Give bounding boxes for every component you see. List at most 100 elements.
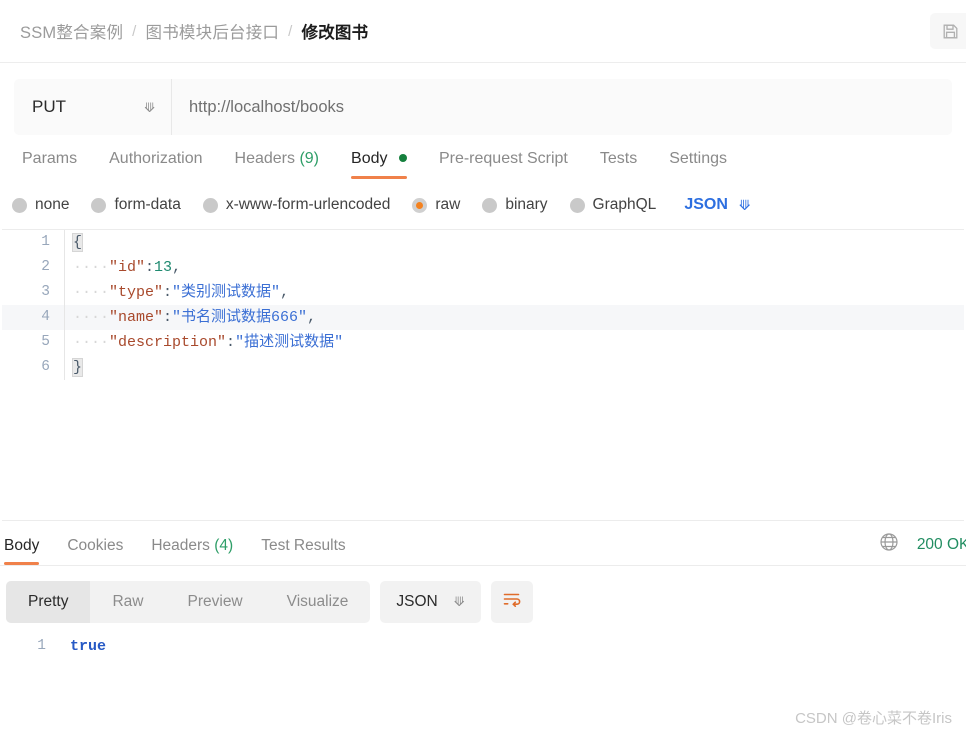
token-string: "类别测试数据" [172, 284, 281, 301]
chevron-down-icon: ⟱ [453, 594, 465, 609]
view-mode-raw[interactable]: Raw [90, 581, 165, 623]
breadcrumb-item-folder[interactable]: 图书模块后台接口 [146, 19, 280, 43]
tab-authorization[interactable]: Authorization [93, 150, 218, 179]
tab-label: Body [351, 150, 388, 167]
body-type-label: none [35, 196, 70, 213]
view-mode-visualize[interactable]: Visualize [265, 581, 371, 623]
postman-window: SSM整合案例 / 图书模块后台接口 / 修改图书 Sa PUT ⟱ http:… [0, 0, 966, 736]
response-tab-bar: Body Cookies Headers (4) Test Results [0, 537, 360, 565]
view-mode-pretty[interactable]: Pretty [6, 580, 91, 623]
token-number: 13 [154, 259, 173, 276]
body-format-select[interactable]: JSON ⟱ [684, 196, 750, 214]
response-tab-count: (4) [214, 537, 234, 554]
token-indent: ···· [73, 334, 110, 351]
response-format-label: JSON [396, 592, 438, 610]
body-type-raw[interactable]: raw [412, 196, 460, 214]
breadcrumb: SSM整合案例 / 图书模块后台接口 / 修改图书 [20, 19, 368, 43]
view-mode-label: Pretty [28, 592, 69, 610]
word-wrap-icon [501, 589, 522, 615]
tab-body[interactable]: Body [335, 150, 423, 179]
tab-label: Params [22, 150, 78, 167]
radio-icon [91, 197, 107, 213]
line-number: 1 [41, 234, 50, 250]
line-number: 3 [41, 284, 50, 300]
body-type-row: none form-data x-www-form-urlencoded raw… [0, 179, 966, 217]
code-line: 1 { [2, 230, 964, 255]
top-bar: SSM整合案例 / 图书模块后台接口 / 修改图书 Sa [0, 0, 966, 62]
token-punct: : [163, 284, 173, 301]
token-punct: , [172, 259, 182, 276]
body-type-label: GraphQL [592, 196, 657, 213]
token-key: "id" [109, 259, 146, 276]
radio-icon [12, 197, 27, 213]
token-key: "type" [109, 284, 164, 301]
token-string: "书名测试数据666" [172, 309, 308, 326]
response-tab-headers[interactable]: Headers (4) [137, 537, 247, 565]
response-tab-label: Body [4, 537, 40, 554]
token-string: "描述测试数据" [235, 334, 344, 351]
view-mode-label: Visualize [286, 592, 349, 610]
code-line-active: 4 ····"name":"书名测试数据666", [2, 305, 964, 330]
tab-count: (9) [299, 150, 320, 167]
radio-icon-selected [412, 197, 428, 213]
code-content: ····"id":13, [64, 255, 964, 280]
body-type-form-data[interactable]: form-data [91, 196, 181, 214]
breadcrumb-item-current: 修改图书 [301, 24, 369, 42]
code-content: ····"type":"类别测试数据", [64, 280, 964, 305]
word-wrap-button[interactable] [490, 580, 533, 623]
request-body-editor[interactable]: 1 { 2 ····"id":13, 3 ····"type":"类别测试数据"… [2, 229, 964, 521]
tab-headers[interactable]: Headers (9) [219, 150, 336, 179]
body-type-binary[interactable]: binary [482, 196, 548, 214]
body-type-graphql[interactable]: GraphQL [569, 196, 657, 214]
code-line: 5 ····"description":"描述测试数据" [2, 330, 964, 355]
code-line: 6 } [2, 355, 964, 380]
token-indent: ···· [73, 309, 110, 326]
chevron-down-icon: ⟱ [738, 197, 751, 213]
tab-pre-request-script[interactable]: Pre-request Script [423, 150, 584, 179]
token-punct: : [145, 259, 155, 276]
response-tab-label: Headers [151, 537, 210, 554]
request-tab-bar: Params Authorization Headers (9) Body Pr… [0, 135, 966, 179]
breadcrumb-item-collection[interactable]: SSM整合案例 [20, 19, 123, 43]
tab-settings[interactable]: Settings [653, 150, 743, 179]
token-punct: : [163, 309, 173, 326]
response-header: Body Cookies Headers (4) Test Results 20… [0, 521, 966, 565]
tab-params[interactable]: Params [6, 150, 93, 179]
tab-label: Settings [669, 150, 728, 167]
line-number: 2 [41, 259, 50, 275]
response-tab-test-results[interactable]: Test Results [247, 537, 359, 565]
tab-label: Pre-request Script [438, 150, 568, 167]
response-format-select[interactable]: JSON ⟱ [380, 580, 481, 623]
code-content: ····"name":"书名测试数据666", [64, 305, 964, 330]
response-tab-label: Test Results [261, 537, 346, 554]
body-format-label: JSON [684, 196, 728, 213]
response-tab-body[interactable]: Body [0, 537, 53, 565]
tab-tests[interactable]: Tests [584, 150, 653, 179]
token-indent: ···· [73, 284, 110, 301]
code-line: 2 ····"id":13, [2, 255, 964, 280]
header-divider [0, 62, 966, 63]
line-number: 4 [41, 309, 50, 325]
view-mode-label: Raw [112, 592, 144, 610]
body-type-label: binary [505, 196, 548, 213]
token-indent: ···· [73, 259, 110, 276]
body-type-label: x-www-form-urlencoded [225, 196, 391, 213]
method-select[interactable]: PUT ⟱ [14, 79, 172, 135]
breadcrumb-separator: / [132, 22, 137, 40]
response-tab-cookies[interactable]: Cookies [53, 537, 137, 565]
view-mode-preview[interactable]: Preview [166, 581, 265, 623]
body-type-label: raw [435, 196, 461, 213]
status-badge: 200 OK [916, 535, 966, 553]
line-number: 1 [37, 638, 46, 654]
url-input[interactable]: http://localhost/books [172, 79, 952, 135]
response-tab-label: Cookies [67, 537, 124, 554]
globe-icon [879, 532, 899, 557]
body-type-urlencoded[interactable]: x-www-form-urlencoded [202, 196, 391, 214]
floppy-disk-icon [942, 23, 959, 40]
body-type-none[interactable]: none [12, 196, 69, 214]
save-button[interactable]: Sa [930, 13, 966, 49]
active-tab-underline [4, 562, 40, 565]
token-brace: } [71, 358, 84, 377]
radio-icon [569, 197, 585, 213]
tab-label: Tests [599, 150, 638, 167]
